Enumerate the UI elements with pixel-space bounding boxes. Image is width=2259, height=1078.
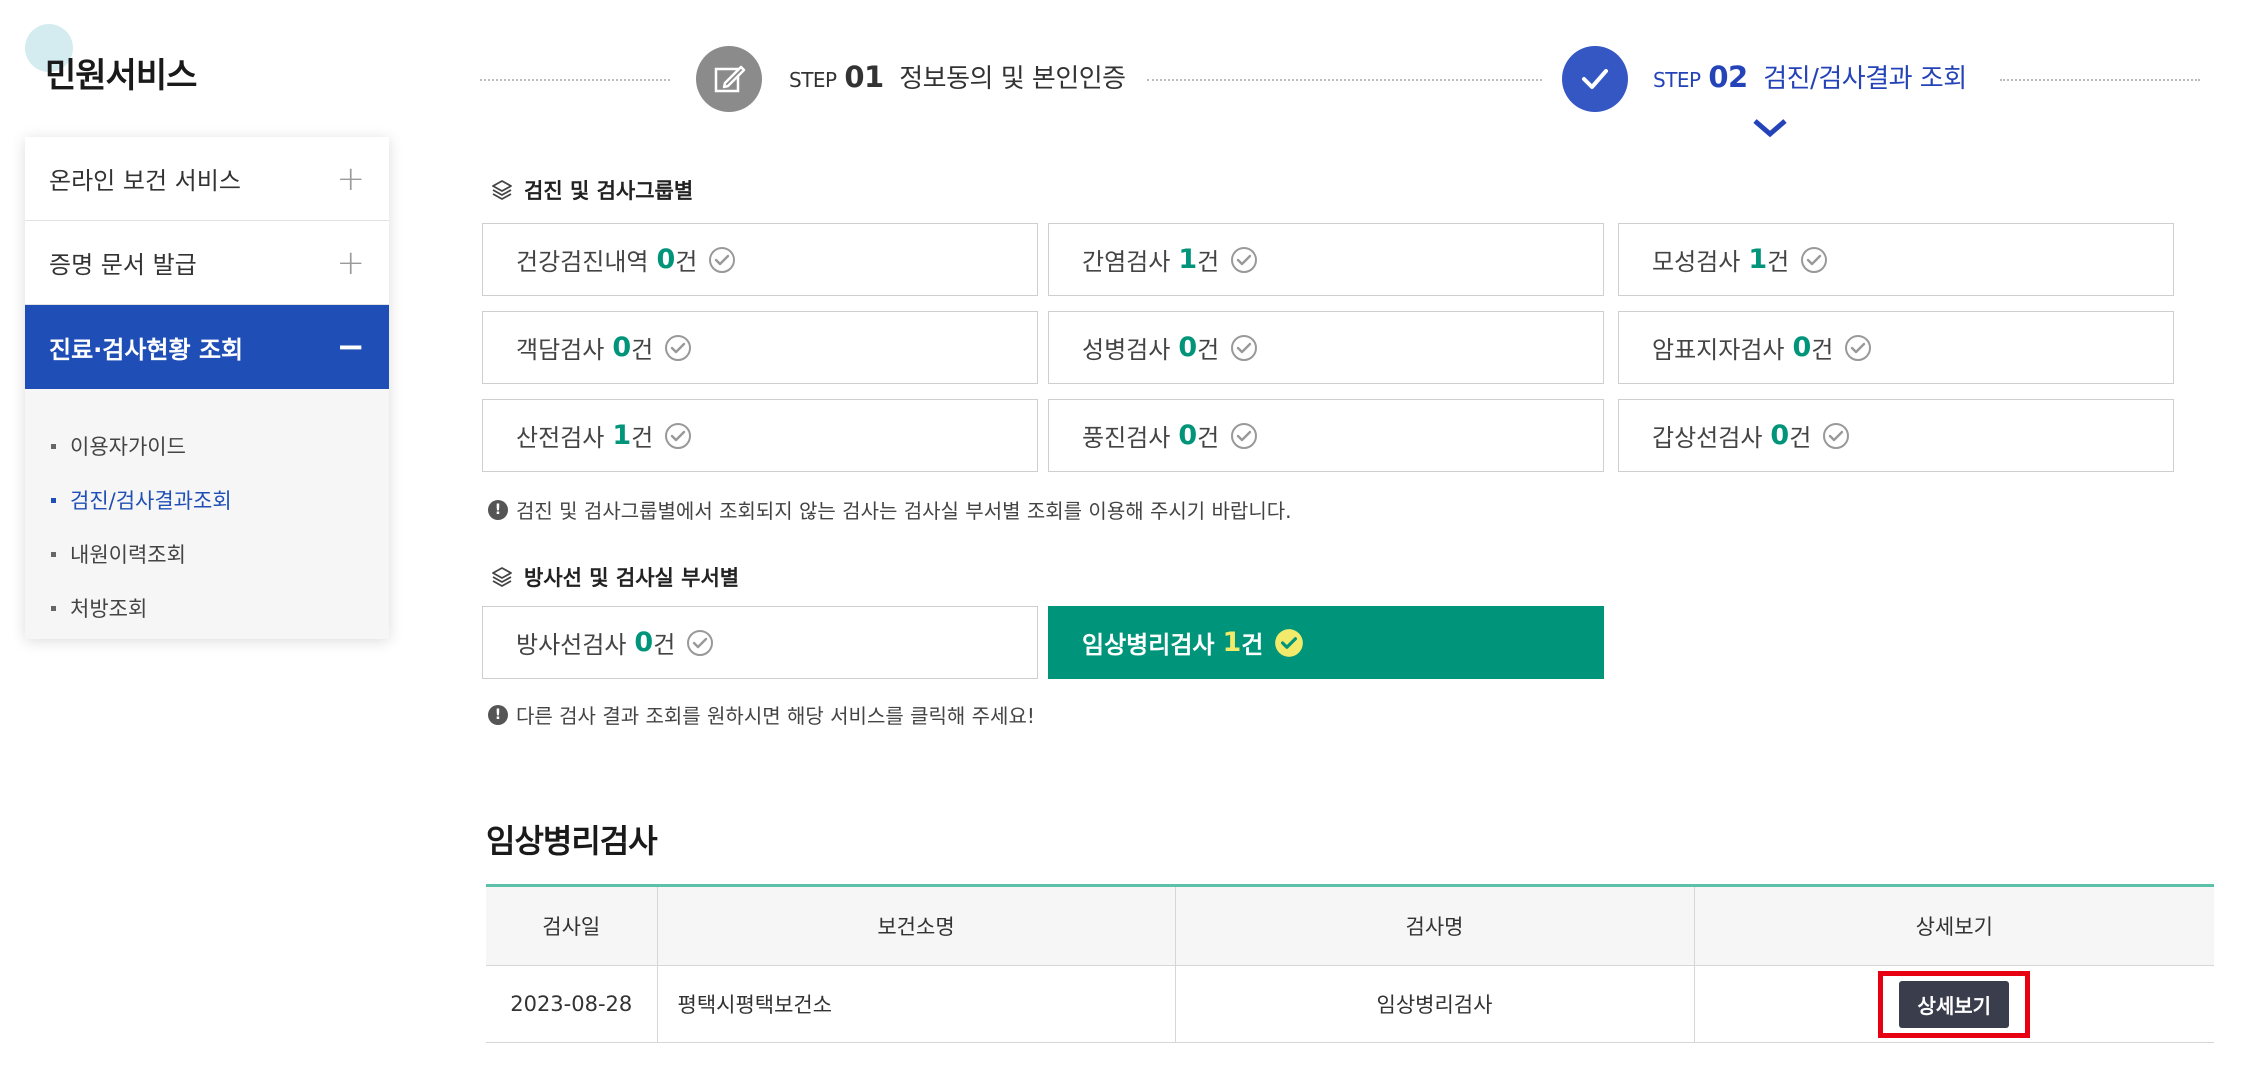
bullet-icon [51,497,56,503]
group-item-health-checkup[interactable]: 건강검진내역 0 건 [482,223,1038,296]
column-header-detail: 상세보기 [1694,885,2214,966]
submenu-label: 검진/검사결과조회 [70,489,232,513]
cell-center: 평택시평택보건소 [657,965,1176,1043]
sidebar-item-online-health[interactable]: 온라인 보건 서비스 + [25,137,389,221]
sidebar-title: 민원서비스 [45,56,197,96]
check-circle-icon [663,421,693,451]
sidebar-item-label: 진료·검사현황 조회 [49,335,244,364]
step-2-label: STEP 02 검진/검사결과 조회 [1653,60,1967,94]
group-item-hepatitis[interactable]: 간염검사 1 건 [1048,223,1604,296]
check-circle-icon [685,628,715,658]
submenu-item-visit-history[interactable]: 내원이력조회 [51,527,389,581]
section-title-departments: 방사선 및 검사실 부서별 [490,562,739,592]
check-circle-icon [1799,245,1829,275]
check-circle-icon [707,245,737,275]
expand-plus-icon: + [336,242,366,283]
expand-plus-icon: + [336,158,366,199]
check-circle-icon [663,333,693,363]
chevron-down-icon [1753,119,1787,138]
cell-test: 임상병리검사 [1175,965,1695,1043]
exclamation-icon: ! [488,499,508,520]
step-divider [1147,79,1542,81]
detail-view-button[interactable]: 상세보기 [1899,980,2010,1028]
sidebar-item-certificate[interactable]: 증명 문서 발급 + [25,221,389,305]
submenu-item-user-guide[interactable]: 이용자가이드 [51,419,389,473]
sidebar-submenu: 이용자가이드 검진/검사결과조회 내원이력조회 처방조회 [25,389,389,639]
step-1-label: STEP 01 정보동의 및 본인인증 [789,60,1126,94]
bullet-icon [51,551,56,557]
layers-icon [492,567,512,587]
table-header-row: 검사일 보건소명 검사명 상세보기 [486,885,2214,966]
step-divider [2000,79,2200,81]
check-circle-icon [1229,333,1259,363]
highlight-box: 상세보기 [1878,970,2031,1038]
check-circle-icon [1229,245,1259,275]
check-circle-filled-icon [1273,627,1305,659]
check-circle-icon [1843,333,1873,363]
collapse-minus-icon: − [336,327,366,367]
dept-item-radiology[interactable]: 방사선검사 0 건 [482,606,1038,679]
section-title-groups: 검진 및 검사그룹별 [490,175,693,205]
submenu-label: 처방조회 [70,597,148,621]
cell-detail: 상세보기 [1694,965,2214,1043]
sidebar-menu: 온라인 보건 서비스 + 증명 문서 발급 + 진료·검사현황 조회 − 이용자… [25,137,389,639]
group-item-tumor-marker[interactable]: 암표지자검사 0 건 [1618,311,2174,384]
check-circle-icon [1229,421,1259,451]
group-item-prenatal[interactable]: 산전검사 1 건 [482,399,1038,472]
cell-date: 2023-08-28 [486,965,658,1043]
submenu-item-prescription[interactable]: 처방조회 [51,581,389,635]
result-table: 검사일 보건소명 검사명 상세보기 2023-08-28 평택시평택보건소 임상… [486,884,2214,1043]
result-title: 임상병리검사 [486,822,658,860]
step-divider [480,79,670,81]
bullet-icon [51,443,56,449]
dept-item-clinical-pathology[interactable]: 임상병리검사 1 건 [1048,606,1604,679]
sidebar-item-label: 온라인 보건 서비스 [49,167,241,195]
table-row: 2023-08-28 평택시평택보건소 임상병리검사 상세보기 [486,965,2214,1043]
pencil-edit-icon [696,46,762,112]
group-item-maternal[interactable]: 모성검사 1 건 [1618,223,2174,296]
sidebar-item-exam-status[interactable]: 진료·검사현황 조회 − [25,305,389,389]
layers-icon [492,180,512,200]
column-header-date: 검사일 [486,885,658,966]
submenu-label: 이용자가이드 [70,435,186,459]
check-circle-icon [1821,421,1851,451]
column-header-center: 보건소명 [657,885,1176,966]
notice-groups: ! 검진 및 검사그룹별에서 조회되지 않는 검사는 검사실 부서별 조회를 이… [488,495,1292,524]
exclamation-icon: ! [488,704,508,725]
group-item-std[interactable]: 성병검사 0 건 [1048,311,1604,384]
notice-departments: ! 다른 검사 결과 조회를 원하시면 해당 서비스를 클릭해 주세요! [488,700,1035,729]
bullet-icon [51,605,56,611]
submenu-item-exam-results[interactable]: 검진/검사결과조회 [51,473,389,527]
group-item-sputum[interactable]: 객담검사 0 건 [482,311,1038,384]
group-item-thyroid[interactable]: 갑상선검사 0 건 [1618,399,2174,472]
group-item-rubella[interactable]: 풍진검사 0 건 [1048,399,1604,472]
column-header-test: 검사명 [1175,885,1695,966]
checkmark-icon [1562,46,1628,112]
sidebar-item-label: 증명 문서 발급 [49,251,197,279]
submenu-label: 내원이력조회 [70,543,186,567]
